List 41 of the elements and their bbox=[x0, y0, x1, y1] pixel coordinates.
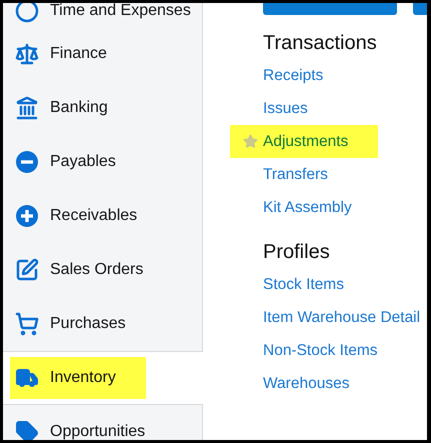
sidebar-item[interactable]: Banking bbox=[3, 81, 203, 135]
edit-icon bbox=[15, 258, 39, 282]
sidebar-item[interactable]: Opportunities bbox=[3, 405, 203, 440]
menu-link[interactable]: Receipts bbox=[263, 66, 324, 84]
menu-link[interactable]: Stock Items bbox=[263, 276, 344, 294]
sidebar-label: Finance bbox=[50, 45, 107, 63]
section-title: Transactions bbox=[263, 32, 378, 55]
sidebar-label: Receivables bbox=[50, 207, 138, 225]
sidebar-item[interactable]: Finance bbox=[3, 27, 203, 81]
sidebar-item[interactable]: Purchases bbox=[3, 297, 203, 351]
sidebar-label: Inventory bbox=[50, 369, 116, 387]
sidebar-label: Time and Expenses bbox=[50, 3, 191, 20]
sidebar-label: Banking bbox=[50, 99, 108, 117]
star-icon[interactable] bbox=[243, 134, 258, 149]
plus-circle-icon bbox=[16, 205, 38, 227]
menu-link[interactable]: Warehouses bbox=[263, 374, 350, 392]
tag-icon bbox=[15, 420, 39, 440]
menu-link[interactable]: Non-Stock Items bbox=[263, 342, 378, 360]
menu-link[interactable]: Item Warehouse Detail bbox=[263, 308, 420, 326]
sidebar-item[interactable]: Payables bbox=[3, 135, 203, 189]
menu-link[interactable]: Transfers bbox=[263, 166, 328, 184]
scale-icon bbox=[15, 42, 39, 66]
sidebar-item[interactable]: Inventory bbox=[3, 351, 203, 405]
highlighted-menu-entry[interactable]: Inventory bbox=[10, 357, 146, 399]
minus-circle-icon bbox=[16, 151, 38, 173]
bank-icon bbox=[15, 96, 39, 120]
sidebar-label: Purchases bbox=[50, 315, 126, 333]
menu-link[interactable]: Issues bbox=[263, 100, 308, 118]
section-title: Profiles bbox=[263, 241, 331, 264]
menu-link[interactable]: Adjustments bbox=[263, 132, 348, 150]
menu-link[interactable]: Kit Assembly bbox=[263, 198, 352, 216]
cart-icon bbox=[15, 312, 39, 336]
sidebar-label: Sales Orders bbox=[50, 261, 144, 279]
toolbar-button[interactable] bbox=[263, 3, 397, 15]
sidebar-item[interactable]: Sales Orders bbox=[3, 243, 203, 297]
toolbar-button[interactable] bbox=[413, 3, 427, 15]
sidebar-item[interactable]: Receivables bbox=[3, 189, 203, 243]
sidebar-label: Payables bbox=[50, 153, 116, 171]
truck-icon bbox=[15, 366, 39, 390]
sidebar-label: Opportunities bbox=[50, 423, 146, 440]
sidebar-item[interactable]: Time and Expenses bbox=[3, 3, 203, 27]
